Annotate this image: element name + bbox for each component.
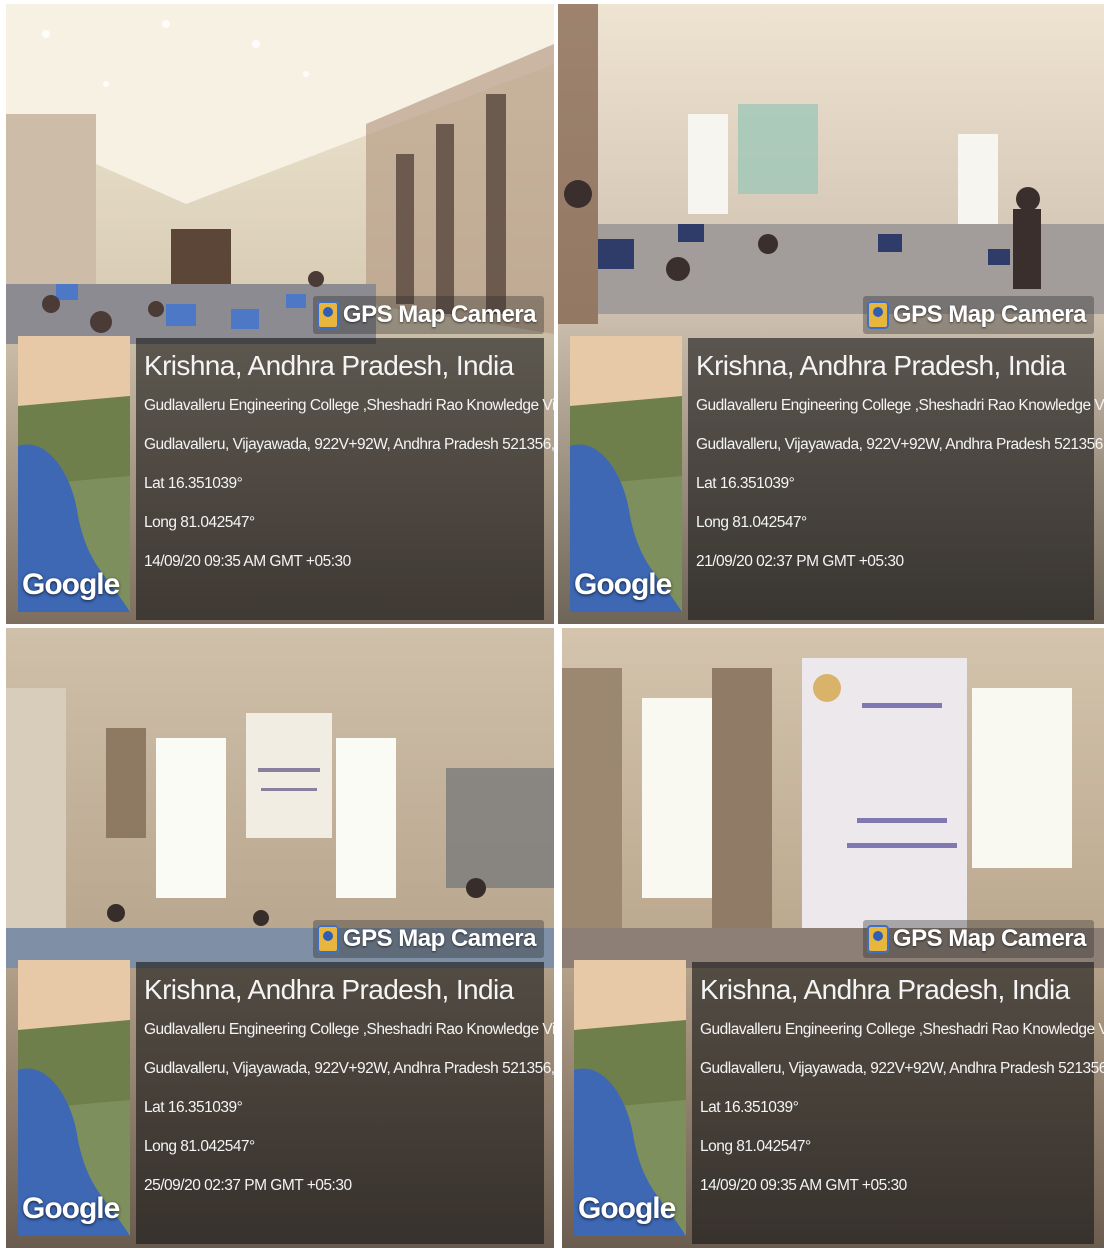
gps-camera-app-icon (316, 301, 339, 329)
location-info-panel: Krishna, Andhra Pradesh, India Gudlavall… (136, 962, 554, 1244)
google-map-logo: Google (22, 1192, 120, 1225)
location-title: Krishna, Andhra Pradesh, India (144, 974, 514, 1005)
address-line-1: Gudlavalleru Engineering College ,Shesha… (144, 1021, 554, 1038)
geotagged-photo-1: GPS Map Camera Google Krishna, Andhra Pr… (6, 4, 554, 624)
geotagged-photo-3: GPS Map Camera Google Krishna, Andhra Pr… (6, 628, 554, 1248)
address-line-1: Gudlavalleru Engineering College ,Shesha… (700, 1021, 1104, 1038)
brand-label: GPS Map Camera (342, 925, 537, 952)
address-line-2: Gudlavalleru, Vijayawada, 922V+92W, Andh… (700, 1060, 1104, 1077)
gps-map-camera-badge: GPS Map Camera (312, 920, 544, 958)
brand-label: GPS Map Camera (342, 301, 537, 328)
longitude: Long 81.042547° (700, 1138, 811, 1155)
gps-map-camera-badge: GPS Map Camera (862, 920, 1094, 958)
location-info-panel: Krishna, Andhra Pradesh, India Gudlavall… (136, 338, 554, 620)
map-thumbnail: Google (574, 960, 686, 1236)
brand-label: GPS Map Camera (892, 925, 1087, 952)
geotagged-photo-4: GPS Map Camera Google Krishna, Andhra Pr… (562, 628, 1104, 1248)
address-line-2: Gudlavalleru, Vijayawada, 922V+92W, Andh… (144, 436, 554, 453)
latitude: Lat 16.351039° (144, 1099, 243, 1116)
map-thumbnail: Google (18, 960, 130, 1236)
google-map-logo: Google (22, 568, 120, 601)
location-title: Krishna, Andhra Pradesh, India (700, 974, 1070, 1005)
address-line-1: Gudlavalleru Engineering College ,Shesha… (144, 397, 554, 414)
gps-camera-app-icon (316, 925, 339, 953)
location-info-panel: Krishna, Andhra Pradesh, India Gudlavall… (688, 338, 1104, 620)
address-line-2: Gudlavalleru, Vijayawada, 922V+92W, Andh… (696, 436, 1104, 453)
address-line-2: Gudlavalleru, Vijayawada, 922V+92W, Andh… (144, 1060, 554, 1077)
map-thumbnail: Google (570, 336, 682, 612)
longitude: Long 81.042547° (696, 514, 807, 531)
longitude: Long 81.042547° (144, 1138, 255, 1155)
latitude: Lat 16.351039° (700, 1099, 799, 1116)
brand-label: GPS Map Camera (892, 301, 1087, 328)
google-map-logo: Google (574, 568, 672, 601)
timestamp: 21/09/20 02:37 PM GMT +05:30 (696, 553, 904, 570)
google-map-logo: Google (578, 1192, 676, 1225)
longitude: Long 81.042547° (144, 514, 255, 531)
timestamp: 14/09/20 09:35 AM GMT +05:30 (144, 553, 351, 570)
geotagged-photo-2: GPS Map Camera Google Krishna, Andhra Pr… (558, 4, 1104, 624)
map-thumbnail: Google (18, 336, 130, 612)
latitude: Lat 16.351039° (696, 475, 795, 492)
latitude: Lat 16.351039° (144, 475, 243, 492)
location-info-panel: Krishna, Andhra Pradesh, India Gudlavall… (692, 962, 1104, 1244)
timestamp: 25/09/20 02:37 PM GMT +05:30 (144, 1177, 352, 1194)
gps-map-camera-badge: GPS Map Camera (862, 296, 1094, 334)
location-title: Krishna, Andhra Pradesh, India (696, 350, 1066, 381)
gps-map-camera-badge: GPS Map Camera (312, 296, 544, 334)
address-line-1: Gudlavalleru Engineering College ,Shesha… (696, 397, 1104, 414)
photo-grid: GPS Map Camera Google Krishna, Andhra Pr… (0, 0, 1104, 1252)
gps-camera-app-icon (866, 301, 889, 329)
gps-camera-app-icon (866, 925, 889, 953)
timestamp: 14/09/20 09:35 AM GMT +05:30 (700, 1177, 907, 1194)
location-title: Krishna, Andhra Pradesh, India (144, 350, 514, 381)
